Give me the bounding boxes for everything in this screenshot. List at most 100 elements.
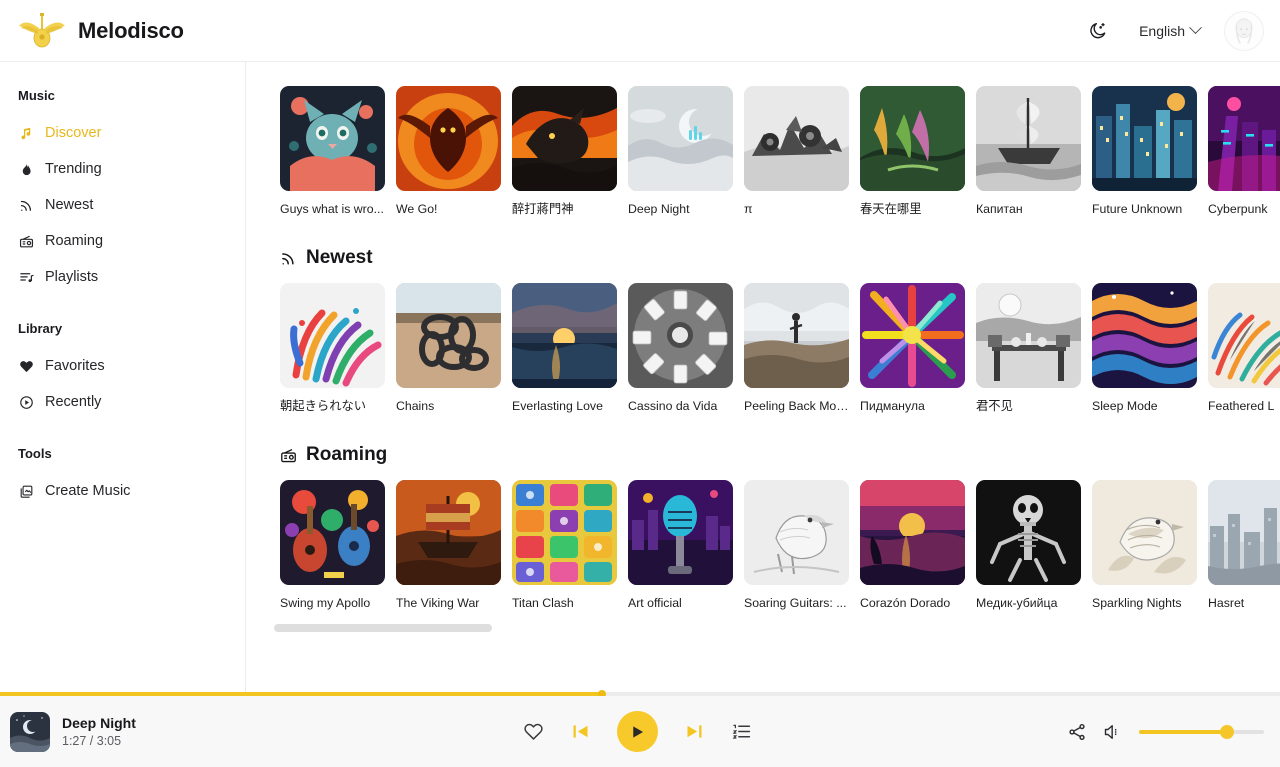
song-card[interactable]: Капитан xyxy=(976,86,1081,217)
song-artwork[interactable] xyxy=(396,283,501,388)
song-card[interactable]: Swing my Apollo xyxy=(280,480,385,611)
song-title: Art official xyxy=(628,596,682,610)
card-row[interactable]: 朝起きられない Chains Everlasting Love Cassino da … xyxy=(246,283,1280,414)
sidebar-item-trending[interactable]: Trending xyxy=(0,151,245,187)
song-card[interactable]: π xyxy=(744,86,849,217)
song-artwork[interactable] xyxy=(512,86,617,191)
queue-list-icon[interactable] xyxy=(731,721,752,742)
volume-knob[interactable] xyxy=(1219,724,1234,739)
sidebar-item-recently[interactable]: Recently xyxy=(0,384,245,420)
song-artwork[interactable] xyxy=(512,283,617,388)
song-artwork[interactable] xyxy=(1208,86,1280,191)
song-artwork[interactable] xyxy=(976,86,1081,191)
song-title: Titan Clash xyxy=(512,596,574,610)
song-artwork[interactable] xyxy=(396,480,501,585)
brand-name: Melodisco xyxy=(78,17,184,43)
avatar[interactable] xyxy=(1224,10,1264,51)
row-scrollbar-track[interactable] xyxy=(274,624,1254,632)
song-card[interactable]: Deep Night xyxy=(628,86,733,217)
sidebar-item-discover[interactable]: Discover xyxy=(0,115,245,151)
song-artwork[interactable] xyxy=(860,480,965,585)
row-scrollbar-thumb[interactable] xyxy=(274,624,492,632)
song-card[interactable]: Cassino da Vida xyxy=(628,283,733,414)
card-row[interactable]: Swing my Apollo The Viking War Titan Clash… xyxy=(246,480,1280,611)
sidebar-item-favorites[interactable]: Favorites xyxy=(0,348,245,384)
song-card[interactable]: 朝起きられない xyxy=(280,283,385,414)
song-card[interactable]: We Go! xyxy=(396,86,501,217)
song-artwork[interactable] xyxy=(744,480,849,585)
song-artwork[interactable] xyxy=(976,480,1081,585)
song-artwork[interactable] xyxy=(280,86,385,191)
song-card[interactable]: Медик-убийца xyxy=(976,480,1081,611)
song-card[interactable]: Пидманула xyxy=(860,283,965,414)
play-icon[interactable] xyxy=(616,711,658,752)
song-artwork[interactable] xyxy=(744,283,849,388)
song-card[interactable]: Sleep Mode xyxy=(1092,283,1197,414)
song-title: 朝起きられない xyxy=(280,399,367,413)
song-artwork[interactable] xyxy=(628,283,733,388)
song-artwork[interactable] xyxy=(396,86,501,191)
sidebar-item-create-music[interactable]: Create Music xyxy=(0,473,245,509)
now-playing-artwork[interactable] xyxy=(10,711,50,752)
sidebar-group-music: Music Discover Trending Newest Roaming Playli… xyxy=(0,88,245,295)
sidebar-item-label: Playlists xyxy=(45,269,99,285)
song-card[interactable]: 春天在哪里 xyxy=(860,86,965,217)
song-card[interactable]: Titan Clash xyxy=(512,480,617,611)
song-artwork[interactable] xyxy=(860,283,965,388)
skip-forward-icon[interactable] xyxy=(684,721,705,742)
song-artwork[interactable] xyxy=(976,283,1081,388)
song-card[interactable]: Hasret xyxy=(1208,480,1280,611)
song-artwork[interactable] xyxy=(744,86,849,191)
song-card[interactable]: Feathered L xyxy=(1208,283,1280,414)
song-title: Feathered L xyxy=(1208,399,1275,413)
song-card[interactable]: Corazón Dorado xyxy=(860,480,965,611)
speaker-icon[interactable] xyxy=(1103,722,1123,742)
card-row[interactable]: Guys what is wro... We Go! 醉打蔣門神 Deep Night… xyxy=(246,86,1280,217)
sidebar-item-roaming[interactable]: Roaming xyxy=(0,223,245,259)
song-title: Медик-убийца xyxy=(976,596,1058,610)
song-artwork[interactable] xyxy=(860,86,965,191)
song-artwork[interactable] xyxy=(1092,86,1197,191)
language-selector[interactable]: English xyxy=(1129,16,1210,46)
flame-icon xyxy=(18,161,35,178)
moon-stars-icon[interactable] xyxy=(1081,14,1115,48)
section-title: Newest xyxy=(306,247,373,268)
song-artwork[interactable] xyxy=(1208,480,1280,585)
sidebar-item-playlists[interactable]: Playlists xyxy=(0,259,245,295)
song-artwork[interactable] xyxy=(280,283,385,388)
player-bar: Deep Night 1:27 / 3:05 xyxy=(0,690,1280,767)
song-artwork[interactable] xyxy=(280,480,385,585)
song-card[interactable]: Everlasting Love xyxy=(512,283,617,414)
song-card[interactable]: Sparkling Nights xyxy=(1092,480,1197,611)
song-card[interactable]: Chains xyxy=(396,283,501,414)
song-title: 春天在哪里 xyxy=(860,202,922,216)
volume-slider[interactable] xyxy=(1139,724,1264,739)
song-card[interactable]: Art official xyxy=(628,480,733,611)
player-right-controls xyxy=(964,722,1264,742)
player-controls xyxy=(310,711,964,752)
chevron-down-icon xyxy=(1189,21,1202,35)
song-artwork[interactable] xyxy=(628,480,733,585)
song-title: Soaring Guitars: ... xyxy=(744,596,847,610)
sidebar-item-newest[interactable]: Newest xyxy=(0,187,245,223)
song-card[interactable]: 君不见 xyxy=(976,283,1081,414)
song-card[interactable]: 醉打蔣門神 xyxy=(512,86,617,217)
song-artwork[interactable] xyxy=(1092,480,1197,585)
song-card[interactable]: Guys what is wro... xyxy=(280,86,385,217)
share-icon[interactable] xyxy=(1067,722,1087,742)
song-card[interactable]: Soaring Guitars: ... xyxy=(744,480,849,611)
song-artwork[interactable] xyxy=(1092,283,1197,388)
song-artwork[interactable] xyxy=(1208,283,1280,388)
song-card[interactable]: Cyberpunk xyxy=(1208,86,1280,217)
rss-icon xyxy=(280,250,297,267)
song-title: Sparkling Nights xyxy=(1092,596,1182,610)
sidebar-item-label: Roaming xyxy=(45,233,104,249)
song-card[interactable]: The Viking War xyxy=(396,480,501,611)
song-artwork[interactable] xyxy=(512,480,617,585)
song-artwork[interactable] xyxy=(628,86,733,191)
skip-back-icon[interactable] xyxy=(570,721,591,742)
heart-outline-icon[interactable] xyxy=(523,721,544,742)
song-card[interactable]: Peeling Back Mor... xyxy=(744,283,849,414)
brand[interactable]: Melodisco xyxy=(18,9,184,53)
song-card[interactable]: Future Unknown xyxy=(1092,86,1197,217)
